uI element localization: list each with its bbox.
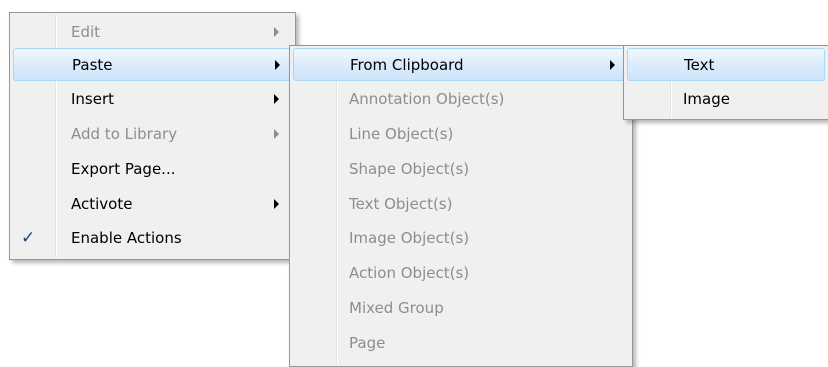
menu-item-page[interactable]: Page	[293, 326, 629, 359]
menu-item-label: Image Object(s)	[349, 228, 470, 247]
submenu-arrow-icon	[274, 26, 279, 37]
checkmark-icon: ✓	[21, 227, 36, 248]
submenu-arrow-icon	[274, 93, 279, 104]
menu-item-shape-objects[interactable]: Shape Object(s)	[293, 152, 629, 185]
menu-item-label: Line Object(s)	[349, 124, 454, 143]
menu-item-activote[interactable]: Activote	[13, 187, 292, 220]
menu-item-enable-actions[interactable]: ✓ Enable Actions	[13, 221, 292, 254]
submenu-arrow-icon	[274, 198, 279, 209]
menu-item-label: Export Page...	[71, 159, 176, 178]
menu-item-line-objects[interactable]: Line Object(s)	[293, 117, 629, 150]
context-menu: Edit Paste Insert Add to Library Export …	[9, 12, 296, 260]
submenu-arrow-icon	[610, 59, 615, 70]
menu-item-label: Add to Library	[71, 124, 178, 143]
menu-item-label: Action Object(s)	[349, 263, 470, 282]
menu-item-label: Annotation Object(s)	[349, 89, 505, 108]
submenu-arrow-icon	[275, 59, 280, 70]
menu-item-label: Mixed Group	[349, 298, 444, 317]
menu-item-text-objects[interactable]: Text Object(s)	[293, 187, 629, 220]
submenu-arrow-icon	[274, 128, 279, 139]
menu-item-label: Activote	[71, 194, 133, 213]
menu-item-export-page[interactable]: Export Page...	[13, 152, 292, 185]
menu-item-label: Insert	[71, 89, 115, 108]
menu-item-paste[interactable]: Paste	[13, 48, 292, 81]
menu-item-label: Enable Actions	[71, 228, 182, 247]
menu-item-label: From Clipboard	[350, 55, 464, 74]
menu-item-label: Text Object(s)	[349, 194, 453, 213]
clipboard-submenu: Text Image	[623, 45, 828, 120]
menu-item-from-clipboard[interactable]: From Clipboard	[293, 48, 629, 81]
menu-item-action-objects[interactable]: Action Object(s)	[293, 256, 629, 289]
menu-item-image-objects[interactable]: Image Object(s)	[293, 221, 629, 254]
menu-item-image[interactable]: Image	[627, 82, 825, 115]
menu-item-label: Edit	[71, 22, 101, 41]
menu-item-add-to-library[interactable]: Add to Library	[13, 117, 292, 150]
menu-item-label: Paste	[72, 55, 113, 74]
menu-item-label: Image	[683, 89, 730, 108]
paste-submenu: From Clipboard Annotation Object(s) Line…	[289, 45, 633, 367]
menu-item-annotation-objects[interactable]: Annotation Object(s)	[293, 82, 629, 115]
menu-item-label: Text	[684, 55, 715, 74]
menu-item-text[interactable]: Text	[627, 48, 825, 81]
menu-item-mixed-group[interactable]: Mixed Group	[293, 291, 629, 324]
menu-item-label: Shape Object(s)	[349, 159, 470, 178]
menu-item-label: Page	[349, 333, 386, 352]
menu-item-insert[interactable]: Insert	[13, 82, 292, 115]
menu-item-edit[interactable]: Edit	[13, 15, 292, 48]
